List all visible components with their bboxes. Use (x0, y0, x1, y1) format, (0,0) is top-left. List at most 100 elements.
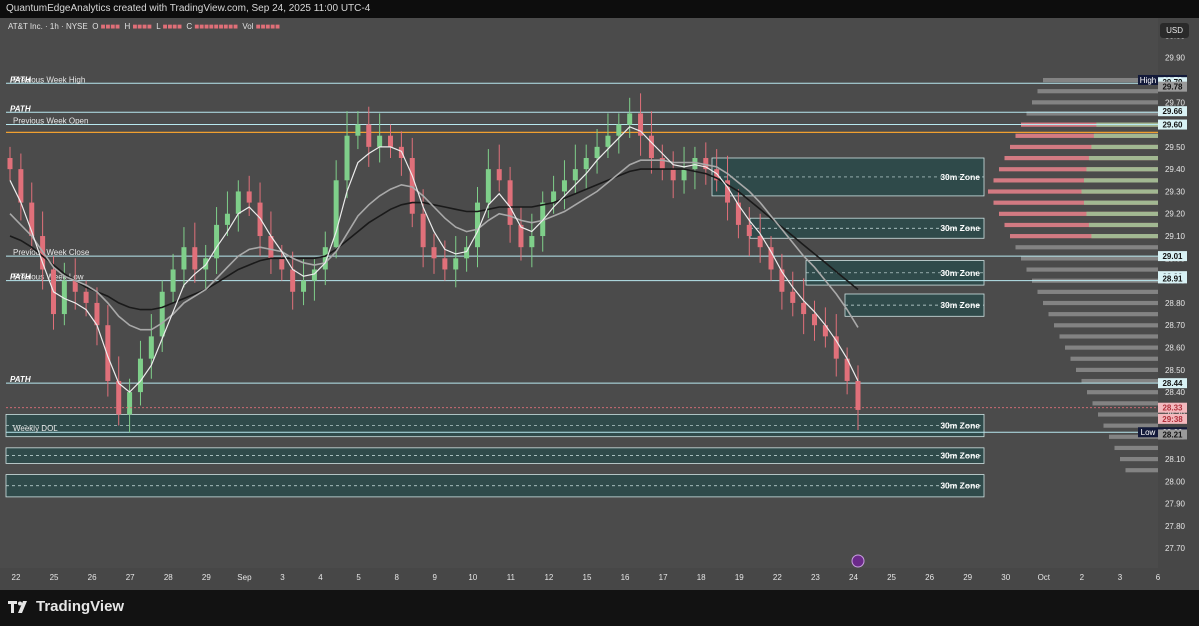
x-tick-label: 2 (1080, 573, 1085, 582)
x-tick-label: 17 (659, 573, 668, 582)
x-tick-label: 12 (544, 573, 553, 582)
x-tick-label: 29 (202, 573, 211, 582)
price-tag-label: High (1140, 76, 1156, 85)
level-label: Weekly DOL (13, 424, 58, 433)
x-tick-label: 4 (318, 573, 323, 582)
candle-body[interactable] (507, 180, 513, 225)
candle-body[interactable] (377, 135, 383, 147)
volume-profile-bar (1021, 256, 1158, 261)
price-tag-value: 28.21 (1162, 430, 1183, 439)
x-tick-label: 19 (735, 573, 744, 582)
candle-body[interactable] (181, 247, 187, 270)
candle-body[interactable] (301, 280, 307, 292)
x-tick-label: 23 (811, 573, 820, 582)
time-axis-area (0, 568, 1158, 590)
y-tick-label: 29.30 (1165, 187, 1186, 196)
candle-body[interactable] (127, 392, 133, 415)
volume-profile-bar (1081, 378, 1158, 384)
candle-body[interactable] (159, 291, 165, 337)
candle-body[interactable] (311, 269, 317, 281)
candle-body[interactable] (474, 202, 480, 248)
candle-body[interactable] (779, 269, 785, 292)
candle-body[interactable] (235, 191, 241, 214)
volume-profile-bar (1070, 356, 1158, 361)
volume-profile-bar (1088, 156, 1158, 161)
tradingview-logo[interactable]: TradingView (8, 598, 124, 615)
volume-profile-bar (1088, 222, 1158, 228)
x-tick-label: 22 (12, 573, 21, 582)
volume-profile-bar (1065, 345, 1158, 350)
candle-body[interactable] (344, 135, 350, 181)
candle-body[interactable] (137, 358, 143, 393)
candle-body[interactable] (246, 191, 252, 203)
candle-body[interactable] (551, 191, 557, 203)
close-label: C (186, 22, 193, 31)
price-tag-value: 29.78 (1162, 83, 1183, 92)
candle-body[interactable] (605, 135, 611, 147)
volume-profile-bar (1015, 245, 1158, 250)
y-tick-label: 29.50 (1165, 143, 1186, 152)
candle-body[interactable] (355, 124, 361, 136)
x-tick-label: 16 (621, 573, 630, 582)
price-tag-value: 28.33 (1162, 404, 1183, 413)
candle-body[interactable] (453, 258, 459, 270)
candle-body[interactable] (420, 213, 426, 248)
open-label: O (92, 22, 99, 31)
price-tag-value: 28.91 (1162, 274, 1183, 283)
candle-body[interactable] (192, 247, 198, 270)
candle-body[interactable] (594, 146, 600, 158)
candle-body[interactable] (257, 202, 263, 237)
candle-body[interactable] (18, 169, 24, 203)
candle-body[interactable] (790, 291, 796, 303)
candle-body[interactable] (735, 202, 741, 225)
candle-body[interactable] (116, 380, 122, 415)
volume-profile-bar (1098, 412, 1158, 417)
candle-body[interactable] (561, 180, 567, 192)
low-value: ■■■■ (162, 22, 182, 31)
level-label: Previous Week Close (13, 248, 90, 257)
candle-body[interactable] (801, 302, 807, 315)
volume-profile-bar (1026, 267, 1158, 272)
volume-profile-bar (1092, 401, 1158, 406)
y-tick-label: 27.80 (1165, 522, 1186, 531)
candle-body[interactable] (279, 258, 285, 270)
candle-body[interactable] (170, 269, 176, 292)
currency-button[interactable]: USD (1160, 23, 1189, 38)
volume-profile-bar (1083, 200, 1158, 205)
x-tick-label: 22 (773, 573, 782, 582)
candle-body[interactable] (485, 169, 491, 203)
x-tick-label: 10 (468, 573, 477, 582)
candle-body[interactable] (388, 135, 394, 147)
candle-body[interactable] (431, 247, 437, 259)
candle-body[interactable] (855, 380, 861, 410)
volume-profile-bar (1081, 189, 1158, 194)
candle-body[interactable] (214, 224, 220, 259)
candle-body[interactable] (812, 314, 818, 326)
candle-body[interactable] (496, 169, 502, 181)
candle-body[interactable] (529, 236, 535, 248)
price-chart[interactable]: 30.0029.9029.8029.7029.6029.5029.4029.30… (0, 18, 1199, 590)
candle-body[interactable] (83, 291, 89, 303)
x-tick-label: 15 (583, 573, 592, 582)
candle-body[interactable] (746, 224, 752, 237)
candle-body[interactable] (616, 124, 622, 136)
candle-body[interactable] (224, 213, 230, 225)
x-tick-label: 28 (164, 573, 173, 582)
volume-profile-bar (1087, 390, 1158, 395)
candle-body[interactable] (648, 135, 654, 158)
candle-body[interactable] (442, 258, 448, 270)
candle-body[interactable] (148, 336, 154, 359)
candle-body[interactable] (290, 269, 296, 292)
candle-body[interactable] (681, 169, 687, 181)
event-marker-icon[interactable] (851, 554, 865, 568)
candle-body[interactable] (572, 169, 578, 181)
chart-area[interactable]: 30.0029.9029.8029.7029.6029.5029.4029.30… (0, 18, 1199, 590)
candle-body[interactable] (627, 113, 633, 125)
volume-profile-bar (1120, 456, 1158, 462)
candle-body[interactable] (670, 169, 676, 181)
zone-label: 30m Zone (940, 172, 980, 182)
x-tick-label: 25 (50, 573, 59, 582)
candle-body[interactable] (366, 124, 372, 147)
candle-body[interactable] (583, 158, 589, 170)
candle-body[interactable] (7, 158, 13, 170)
